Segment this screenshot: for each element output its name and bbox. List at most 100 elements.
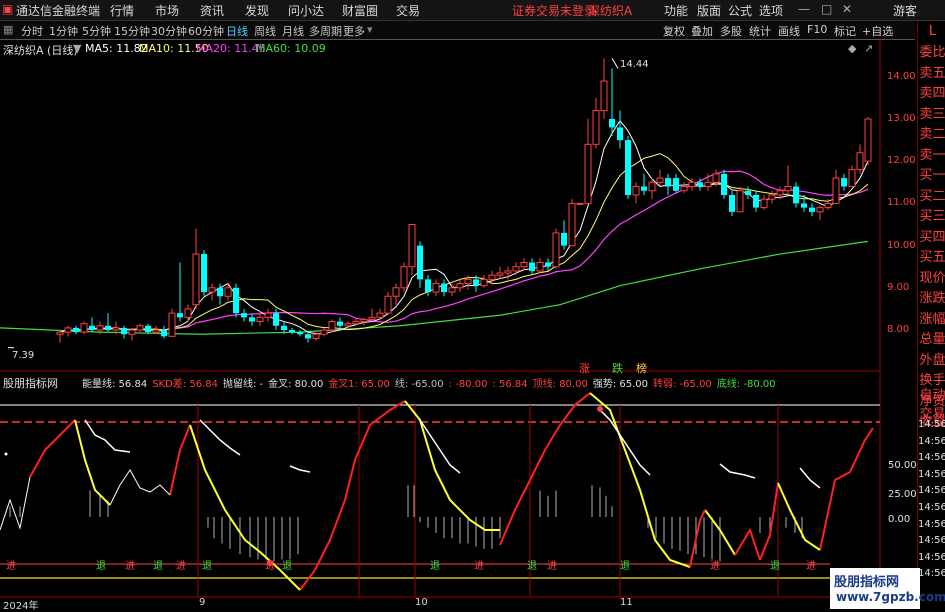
panel-auto[interactable]: 自动: [919, 386, 945, 406]
candle-body-up: [400, 266, 408, 289]
minimize-icon[interactable]: —: [798, 2, 810, 16]
candle-body-up: [504, 270, 512, 274]
candle-body-down: [625, 140, 631, 195]
tab-15min[interactable]: 15分钟: [114, 23, 150, 39]
signal-label: 进: [710, 561, 720, 572]
tab-daily[interactable]: 日线: [226, 23, 248, 39]
expand-icon[interactable]: ↗: [864, 42, 873, 55]
adjust-button[interactable]: 复权: [663, 23, 685, 39]
panel-item[interactable]: 卖三: [919, 105, 945, 125]
tab-5min[interactable]: 5分钟: [82, 23, 111, 39]
stats-button[interactable]: 统计: [749, 23, 771, 39]
menu-layout[interactable]: 版面: [697, 2, 721, 19]
panel-item[interactable]: 涨幅: [919, 310, 945, 330]
panel-item[interactable]: 总量: [919, 330, 945, 350]
ind-time-label: 14:56: [918, 468, 945, 480]
tab-60min[interactable]: 60分钟: [188, 23, 224, 39]
indicator-legend-item: 强势: 65.00: [592, 379, 649, 390]
candle-body-up: [448, 287, 456, 293]
panel-item[interactable]: 买五: [919, 248, 945, 268]
settings-icon[interactable]: ◆: [848, 42, 856, 55]
candle-body-up: [224, 287, 232, 297]
ind-time-label: 14:56: [918, 452, 945, 464]
panel-item[interactable]: 买二: [919, 187, 945, 207]
panel-item[interactable]: 买三: [919, 207, 945, 227]
menu-wealth[interactable]: 财富圈: [342, 2, 378, 19]
tab-more[interactable]: 更多: [343, 23, 365, 39]
panel-item[interactable]: 买一: [919, 166, 945, 186]
candle-body-up: [376, 312, 384, 318]
panel-item[interactable]: 卖五: [919, 64, 945, 84]
menu-formula[interactable]: 公式: [728, 2, 752, 19]
signal-label: 进: [125, 561, 135, 572]
panel-item[interactable]: 卖四: [919, 84, 945, 104]
tab-timeshare[interactable]: 分时: [21, 23, 43, 39]
candle-body-down: [721, 173, 727, 195]
multi-stock-button[interactable]: 多股: [720, 23, 742, 39]
indicator-name[interactable]: 股朋指标网: [3, 375, 58, 391]
f10-button[interactable]: F10: [807, 23, 827, 36]
signal-label: 退: [153, 561, 163, 572]
candle-body-down: [289, 330, 295, 333]
menu-ask[interactable]: 问小达: [288, 2, 324, 19]
candle-body-down: [105, 325, 111, 330]
candle-body-down: [665, 178, 671, 187]
candle-body-up: [864, 118, 872, 162]
candle-body-down: [793, 186, 799, 204]
energy-line-down: [777, 482, 821, 551]
draw-line-button[interactable]: 画线: [778, 23, 800, 39]
candle-body-up: [112, 327, 120, 331]
tab-30min[interactable]: 30分钟: [151, 23, 187, 39]
panel-item[interactable]: 现价: [919, 269, 945, 289]
candle-body-up: [584, 143, 592, 204]
tab-1min[interactable]: 1分钟: [49, 23, 78, 39]
menu-quotes[interactable]: 行情: [110, 2, 134, 19]
chevron-down-icon[interactable]: ▾: [367, 23, 373, 36]
tab-multi-period[interactable]: 多周期: [309, 23, 342, 39]
app-logo-icon: ▣: [2, 2, 14, 16]
panel-item[interactable]: 外盘: [919, 351, 945, 371]
login-notice[interactable]: 证券交易未登录: [512, 2, 596, 19]
kline-chart[interactable]: [0, 40, 917, 609]
indicator-legend-item: 金叉: 80.00: [268, 379, 324, 390]
candle-body-up: [776, 190, 784, 196]
candle-body-down: [177, 313, 183, 318]
grid-icon[interactable]: ▦: [3, 23, 13, 36]
candle-body-down: [753, 194, 759, 208]
panel-item[interactable]: 买四: [919, 228, 945, 248]
panel-item[interactable]: 涨跌: [919, 289, 945, 309]
ind-time-label: 14:56: [918, 419, 945, 430]
menu-trade[interactable]: 交易: [396, 2, 420, 19]
restore-icon[interactable]: □: [821, 2, 832, 16]
add-watchlist-button[interactable]: +自选: [862, 23, 893, 39]
panel-item[interactable]: 委比: [919, 43, 945, 63]
date-label: 10: [415, 597, 428, 608]
menu-discover[interactable]: 发现: [245, 2, 269, 19]
close-icon[interactable]: ✕: [842, 2, 852, 16]
menu-news[interactable]: 资讯: [200, 2, 224, 19]
menu-market[interactable]: 市场: [155, 2, 179, 19]
mark-button[interactable]: 标记: [834, 23, 856, 39]
indicator-legend-item: 能量线: 56.84: [82, 379, 148, 390]
ind-axis-label: 25.00: [888, 489, 917, 500]
watermark-logo: 股朋指标网 www.7gpzb.com: [830, 568, 945, 609]
signal-label: 退: [96, 561, 106, 572]
guest-label[interactable]: 游客: [893, 2, 917, 19]
overlay-button[interactable]: 叠加: [691, 23, 713, 39]
low-price-label: 7.39: [12, 350, 35, 361]
candle-body-down: [337, 321, 343, 326]
legend-dropdown-icon[interactable]: ▼: [73, 42, 81, 55]
tab-weekly[interactable]: 周线: [254, 23, 276, 39]
marker-fall[interactable]: 跌: [612, 360, 623, 376]
tab-monthly[interactable]: 月线: [282, 23, 304, 39]
marker-rise[interactable]: 涨: [579, 360, 590, 376]
marker-rank[interactable]: 榜: [636, 360, 647, 376]
menu-function[interactable]: 功能: [664, 2, 688, 19]
candle-body-up: [488, 274, 496, 280]
signal-line: [199, 419, 241, 456]
panel-corner-label[interactable]: L: [919, 22, 945, 42]
ind-time-label: 14:56: [918, 535, 945, 547]
menu-options[interactable]: 选项: [759, 2, 783, 19]
panel-item[interactable]: 卖二: [919, 125, 945, 145]
panel-item[interactable]: 卖一: [919, 146, 945, 166]
